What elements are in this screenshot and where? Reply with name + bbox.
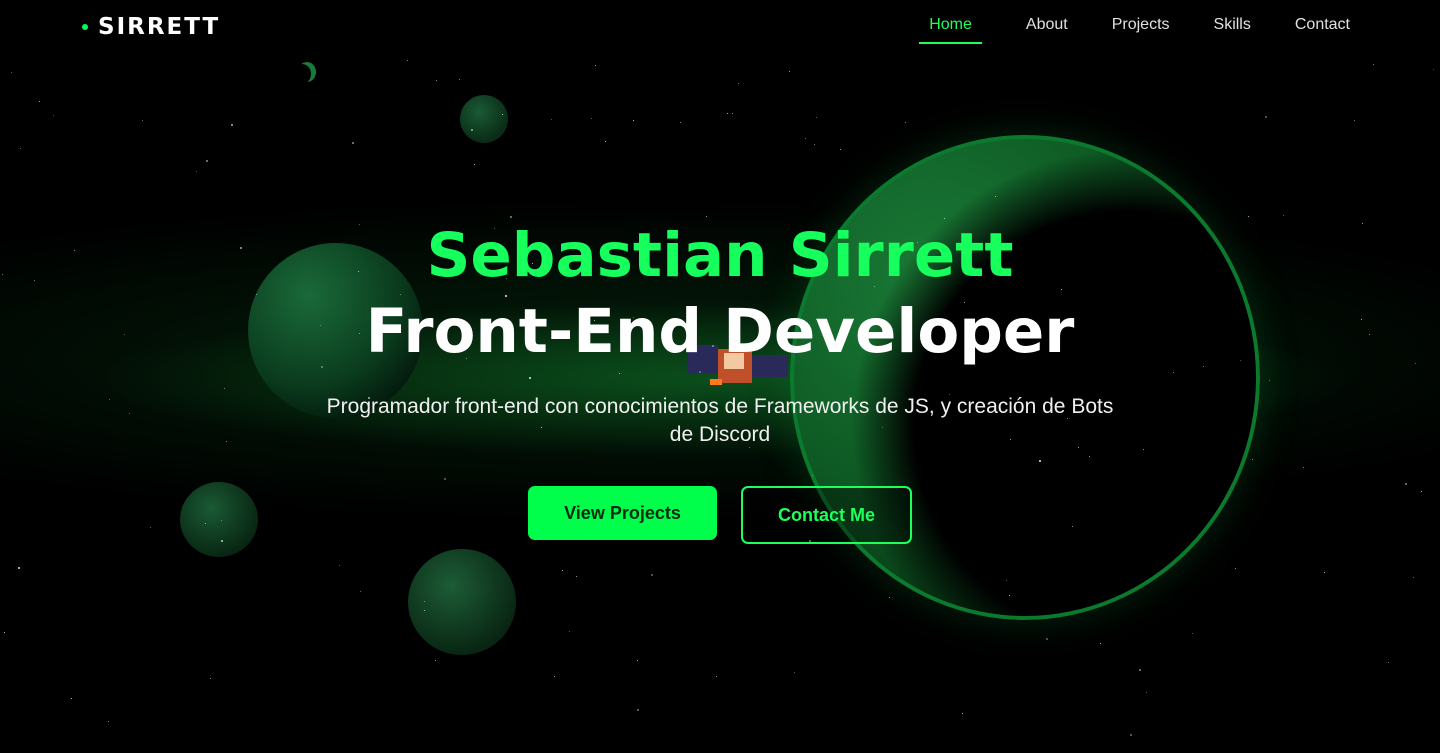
nav-links: Home About Projects Skills Contact bbox=[875, 0, 1350, 53]
site-logo[interactable]: SIRRETT bbox=[82, 14, 220, 40]
nav-link-home[interactable]: Home bbox=[919, 0, 982, 44]
nav-link-projects[interactable]: Projects bbox=[1112, 0, 1170, 43]
logo-text: SIRRETT bbox=[98, 14, 221, 40]
nav-link-contact[interactable]: Contact bbox=[1295, 0, 1350, 43]
logo-dot-icon bbox=[82, 24, 88, 30]
contact-me-button[interactable]: Contact Me bbox=[741, 486, 912, 544]
nav-link-skills[interactable]: Skills bbox=[1214, 0, 1251, 43]
hero-name: Sebastian Sirrett bbox=[426, 220, 1014, 291]
hero-section: Sebastian Sirrett Front-End Developer Pr… bbox=[0, 0, 1440, 753]
top-navbar: SIRRETT Home About Projects Skills Conta… bbox=[0, 0, 1440, 53]
view-projects-button[interactable]: View Projects bbox=[528, 486, 717, 540]
hero-description: Programador front-end con conocimientos … bbox=[326, 395, 1114, 446]
hero-role: Front-End Developer bbox=[365, 296, 1075, 367]
nav-link-about[interactable]: About bbox=[1026, 0, 1068, 43]
